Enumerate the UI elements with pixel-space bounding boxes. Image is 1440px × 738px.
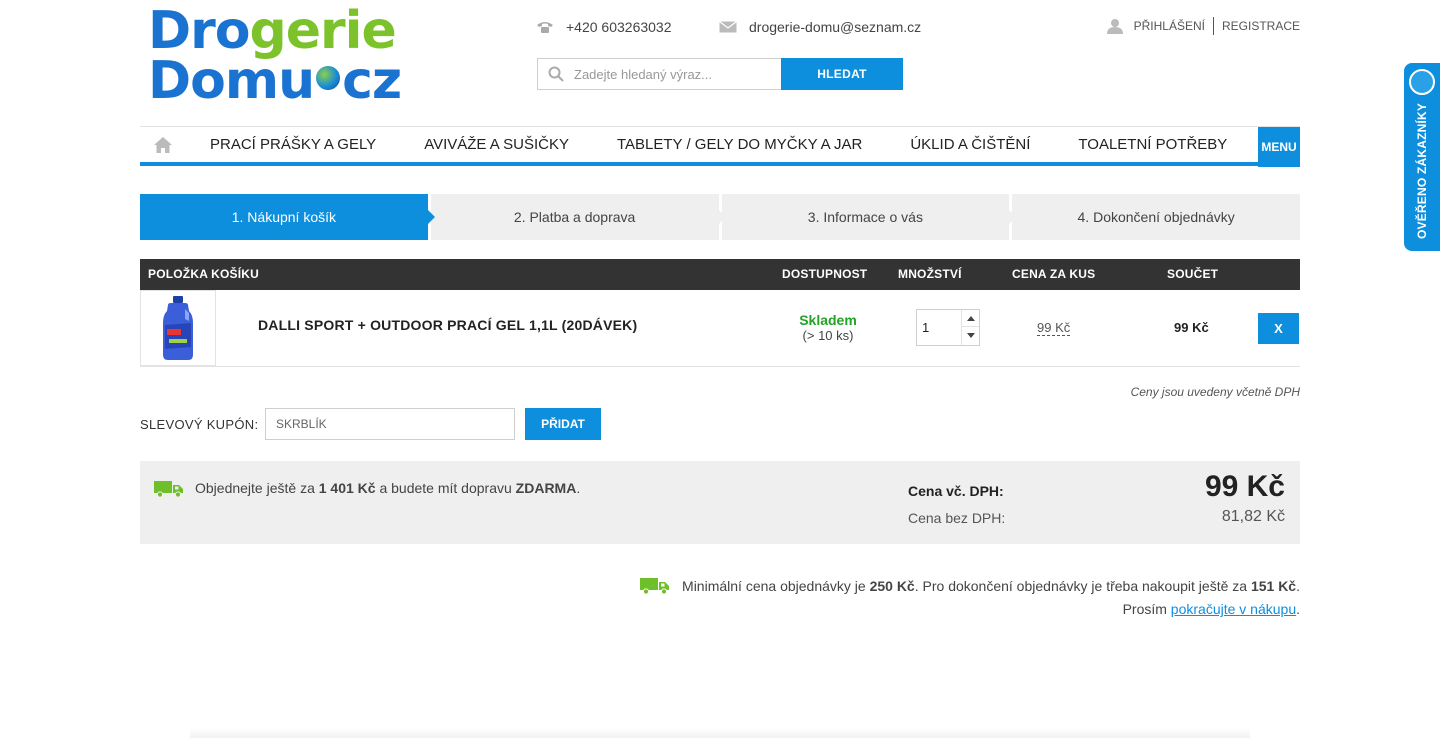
phone-number: +420 603263032 bbox=[566, 19, 672, 35]
logo-line-2: Domu cz bbox=[148, 55, 418, 107]
step-customer-info[interactable]: 3. Informace o vás bbox=[721, 194, 1016, 240]
remove-item-button[interactable]: X bbox=[1258, 313, 1299, 344]
price-novat-label: Cena bez DPH: bbox=[908, 510, 1006, 526]
table-row: DALLI SPORT + OUTDOOR PRACÍ GEL 1,1L (20… bbox=[140, 290, 1300, 367]
remaining-amount: 151 Kč bbox=[1250, 578, 1297, 594]
email-address[interactable]: drogerie-domu@seznam.cz bbox=[749, 19, 921, 35]
phone-icon bbox=[537, 22, 553, 33]
header-unit-price: CENA ZA KUS bbox=[1012, 267, 1096, 281]
nav-item-uklid[interactable]: ÚKLID A ČIŠTĚNÍ bbox=[886, 127, 1054, 163]
please-text: Prosím bbox=[1122, 601, 1171, 617]
product-name[interactable]: DALLI SPORT + OUTDOOR PRACÍ GEL 1,1L (20… bbox=[258, 317, 637, 333]
continue-shopping-link[interactable]: pokračujte v nákupu bbox=[1171, 601, 1296, 617]
register-link[interactable]: REGISTRACE bbox=[1222, 19, 1300, 33]
nav-item-tablety[interactable]: TABLETY / GELY DO MYČKY A JAR bbox=[593, 127, 886, 163]
email-contact: drogerie-domu@seznam.cz bbox=[719, 17, 921, 37]
increment-button[interactable] bbox=[962, 310, 979, 327]
quantity-spinner bbox=[961, 310, 979, 345]
search-icon bbox=[548, 66, 564, 82]
add-coupon-button[interactable]: PŘIDAT bbox=[525, 408, 601, 440]
header-availability: DOSTUPNOST bbox=[782, 267, 868, 281]
price-vat-label: Cena vč. DPH: bbox=[908, 483, 1004, 499]
nav-item-toaletni[interactable]: TOALETNÍ POTŘEBY bbox=[1054, 127, 1251, 163]
header-total: SOUČET bbox=[1167, 267, 1219, 281]
truck-icon bbox=[154, 481, 183, 498]
ship-remaining-amount: 1 401 Kč bbox=[318, 480, 376, 496]
logo-text-domu: Domu bbox=[148, 51, 315, 111]
coupon-label: SLEVOVÝ KUPÓN: bbox=[140, 417, 259, 432]
stock-count: (> 10 ks) bbox=[802, 328, 854, 343]
login-link[interactable]: PŘIHLÁŠENÍ bbox=[1134, 19, 1205, 33]
ship-text-end: . bbox=[576, 480, 581, 496]
row-total: 99 Kč bbox=[1174, 320, 1209, 335]
site-logo[interactable]: Drogerie Domu cz bbox=[148, 5, 418, 112]
availability: Skladem (> 10 ks) bbox=[780, 312, 876, 344]
envelope-icon bbox=[719, 21, 737, 33]
search-placeholder: Zadejte hledaný výraz... bbox=[574, 66, 713, 82]
divider bbox=[1212, 17, 1214, 35]
decrement-button[interactable] bbox=[962, 327, 979, 344]
header-quantity: MNOŽSTVÍ bbox=[898, 267, 962, 281]
main-navigation: PRACÍ PRÁŠKY A GELY AVIVÁŽE A SUŠIČKY TA… bbox=[140, 126, 1300, 167]
coupon-input[interactable]: SKRBLÍK bbox=[265, 408, 515, 440]
seal-icon bbox=[1409, 69, 1435, 95]
chevron-down-icon bbox=[966, 333, 975, 338]
stock-status: Skladem bbox=[799, 312, 857, 328]
free-shipping-message: Objednejte ještě za 1 401 Kč a budete mí… bbox=[195, 480, 580, 496]
footer-shadow bbox=[190, 728, 1250, 738]
nav-item-avivaze[interactable]: AVIVÁŽE A SUŠIČKY bbox=[400, 127, 593, 163]
user-icon bbox=[1106, 19, 1123, 34]
order-summary: Objednejte ještě za 1 401 Kč a budete mí… bbox=[140, 461, 1300, 544]
ship-free-label: ZDARMA bbox=[515, 480, 577, 496]
search-input[interactable]: Zadejte hledaný výraz... bbox=[537, 58, 781, 90]
detergent-bottle-image bbox=[163, 296, 193, 360]
step-completion[interactable]: 4. Dokončení objednávky bbox=[1012, 194, 1300, 240]
truck-icon bbox=[640, 578, 670, 595]
min-text-mid: . Pro dokončení objednávky je třeba nako… bbox=[914, 578, 1251, 594]
home-icon bbox=[154, 136, 172, 153]
quantity-stepper[interactable]: 1 bbox=[916, 309, 980, 346]
globe-icon bbox=[316, 66, 341, 90]
minimum-text: Minimální cena objednávky je 250 Kč. Pro… bbox=[682, 578, 1300, 594]
account-links: PŘIHLÁŠENÍ REGISTRACE bbox=[1106, 17, 1300, 35]
logo-line-1: Drogerie bbox=[148, 5, 418, 57]
badge-label: OVĚŘENO ZÁKAZNÍKY bbox=[1415, 102, 1429, 239]
verified-customers-badge[interactable]: OVĚŘENO ZÁKAZNÍKY bbox=[1404, 63, 1440, 251]
minimum-amount: 250 Kč bbox=[869, 578, 915, 594]
continue-dot: . bbox=[1296, 601, 1300, 617]
continue-shopping-line: Prosím pokračujte v nákupu. bbox=[1123, 601, 1300, 617]
price-vat-value: 99 Kč bbox=[1204, 470, 1285, 503]
product-thumbnail[interactable] bbox=[140, 290, 216, 366]
home-link[interactable] bbox=[140, 127, 186, 163]
logo-text-cz: cz bbox=[342, 51, 402, 111]
search-button[interactable]: HLEDAT bbox=[781, 58, 903, 90]
ship-text-mid: a budete mít dopravu bbox=[375, 480, 516, 496]
minimum-order-message: Minimální cena objednávky je 250 Kč. Pro… bbox=[640, 577, 1300, 595]
header-item: POLOŽKA KOŠÍKU bbox=[148, 267, 260, 281]
checkout-steps: 1. Nákupní košík 2. Platba a doprava 3. … bbox=[140, 194, 1300, 240]
cart-table-header: POLOŽKA KOŠÍKU DOSTUPNOST MNOŽSTVÍ CENA … bbox=[140, 259, 1300, 290]
quantity-value[interactable]: 1 bbox=[922, 320, 929, 335]
ship-text-pre: Objednejte ještě za bbox=[195, 480, 319, 496]
search-bar: Zadejte hledaný výraz... HLEDAT bbox=[537, 58, 903, 90]
nav-item-praci-prasky[interactable]: PRACÍ PRÁŠKY A GELY bbox=[186, 127, 400, 163]
step-payment-shipping[interactable]: 2. Platba a doprava bbox=[430, 194, 726, 240]
step-cart[interactable]: 1. Nákupní košík bbox=[140, 194, 435, 240]
vat-note: Ceny jsou uvedeny včetně DPH bbox=[1130, 385, 1300, 399]
phone-contact: +420 603263032 bbox=[536, 17, 672, 37]
min-text-pre: Minimální cena objednávky je bbox=[682, 578, 870, 594]
chevron-up-icon bbox=[966, 315, 975, 321]
min-text-end: . bbox=[1296, 578, 1300, 594]
menu-button[interactable]: MENU bbox=[1258, 127, 1300, 167]
price-novat-value: 81,82 Kč bbox=[1221, 508, 1285, 525]
unit-price: 99 Kč bbox=[1037, 320, 1071, 336]
